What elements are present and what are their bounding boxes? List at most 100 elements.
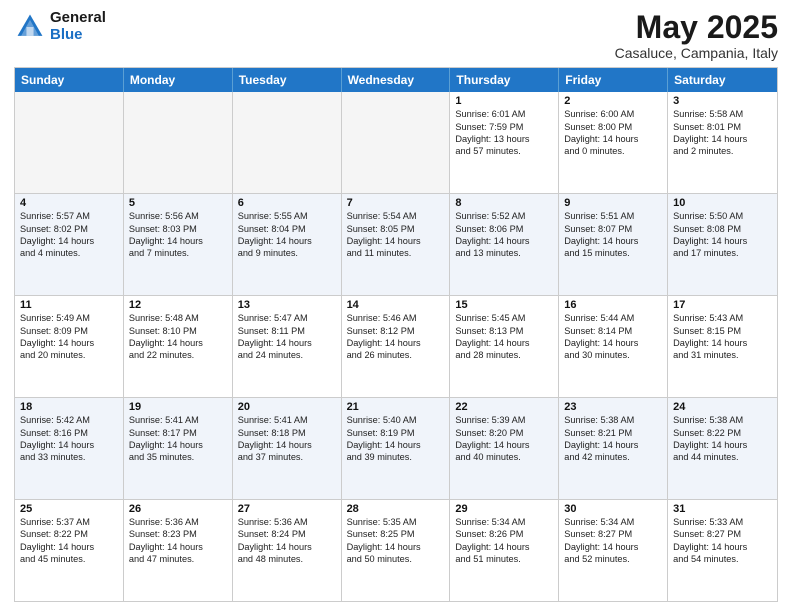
cell-line: Sunset: 8:15 PM bbox=[673, 325, 772, 337]
cell-line: Daylight: 14 hours bbox=[347, 235, 445, 247]
cell-line: Sunset: 8:23 PM bbox=[129, 528, 227, 540]
cell-line: Daylight: 14 hours bbox=[564, 337, 662, 349]
calendar-cell: 12Sunrise: 5:48 AMSunset: 8:10 PMDayligh… bbox=[124, 296, 233, 397]
cell-line: Daylight: 14 hours bbox=[20, 541, 118, 553]
day-number: 22 bbox=[455, 401, 553, 413]
day-number: 26 bbox=[129, 503, 227, 515]
cell-line: Sunrise: 5:33 AM bbox=[673, 516, 772, 528]
calendar-cell bbox=[124, 92, 233, 193]
calendar-cell: 17Sunrise: 5:43 AMSunset: 8:15 PMDayligh… bbox=[668, 296, 777, 397]
day-number: 2 bbox=[564, 95, 662, 107]
calendar-header: SundayMondayTuesdayWednesdayThursdayFrid… bbox=[15, 68, 777, 92]
day-number: 24 bbox=[673, 401, 772, 413]
cell-line: and 33 minutes. bbox=[20, 451, 118, 463]
cell-line: Sunset: 8:02 PM bbox=[20, 223, 118, 235]
cell-line: Daylight: 14 hours bbox=[673, 133, 772, 145]
calendar-cell: 25Sunrise: 5:37 AMSunset: 8:22 PMDayligh… bbox=[15, 500, 124, 601]
cell-line: and 0 minutes. bbox=[564, 145, 662, 157]
calendar-row: 4Sunrise: 5:57 AMSunset: 8:02 PMDaylight… bbox=[15, 193, 777, 295]
cell-line: Sunrise: 5:44 AM bbox=[564, 312, 662, 324]
cell-line: and 35 minutes. bbox=[129, 451, 227, 463]
cell-line: Sunrise: 5:34 AM bbox=[455, 516, 553, 528]
calendar-cell: 9Sunrise: 5:51 AMSunset: 8:07 PMDaylight… bbox=[559, 194, 668, 295]
cell-line: Sunset: 8:11 PM bbox=[238, 325, 336, 337]
day-number: 29 bbox=[455, 503, 553, 515]
logo-text: General Blue bbox=[50, 10, 106, 43]
calendar-cell: 19Sunrise: 5:41 AMSunset: 8:17 PMDayligh… bbox=[124, 398, 233, 499]
cell-line: Daylight: 14 hours bbox=[238, 235, 336, 247]
weekday-header: Sunday bbox=[15, 68, 124, 92]
calendar-cell: 8Sunrise: 5:52 AMSunset: 8:06 PMDaylight… bbox=[450, 194, 559, 295]
cell-line: Sunrise: 6:00 AM bbox=[564, 108, 662, 120]
cell-line: and 54 minutes. bbox=[673, 553, 772, 565]
cell-line: Daylight: 14 hours bbox=[129, 337, 227, 349]
cell-line: Sunset: 8:16 PM bbox=[20, 427, 118, 439]
cell-line: and 52 minutes. bbox=[564, 553, 662, 565]
cell-line: Daylight: 14 hours bbox=[20, 235, 118, 247]
cell-line: Sunrise: 5:51 AM bbox=[564, 210, 662, 222]
cell-line: and 13 minutes. bbox=[455, 247, 553, 259]
weekday-header: Thursday bbox=[450, 68, 559, 92]
calendar-cell: 20Sunrise: 5:41 AMSunset: 8:18 PMDayligh… bbox=[233, 398, 342, 499]
cell-line: Sunrise: 5:54 AM bbox=[347, 210, 445, 222]
cell-line: and 26 minutes. bbox=[347, 349, 445, 361]
day-number: 20 bbox=[238, 401, 336, 413]
calendar-cell: 29Sunrise: 5:34 AMSunset: 8:26 PMDayligh… bbox=[450, 500, 559, 601]
cell-line: Sunrise: 5:40 AM bbox=[347, 414, 445, 426]
cell-line: Daylight: 13 hours bbox=[455, 133, 553, 145]
cell-line: Sunset: 8:27 PM bbox=[564, 528, 662, 540]
cell-line: Sunset: 8:25 PM bbox=[347, 528, 445, 540]
day-number: 31 bbox=[673, 503, 772, 515]
day-number: 8 bbox=[455, 197, 553, 209]
cell-line: Sunrise: 5:43 AM bbox=[673, 312, 772, 324]
cell-line: and 51 minutes. bbox=[455, 553, 553, 565]
cell-line: Sunset: 8:09 PM bbox=[20, 325, 118, 337]
day-number: 3 bbox=[673, 95, 772, 107]
cell-line: and 44 minutes. bbox=[673, 451, 772, 463]
day-number: 15 bbox=[455, 299, 553, 311]
day-number: 23 bbox=[564, 401, 662, 413]
cell-line: and 50 minutes. bbox=[347, 553, 445, 565]
cell-line: Daylight: 14 hours bbox=[455, 541, 553, 553]
day-number: 7 bbox=[347, 197, 445, 209]
cell-line: Sunrise: 5:49 AM bbox=[20, 312, 118, 324]
title-block: May 2025 Casaluce, Campania, Italy bbox=[615, 10, 778, 61]
cell-line: Daylight: 14 hours bbox=[564, 133, 662, 145]
day-number: 1 bbox=[455, 95, 553, 107]
calendar-cell: 14Sunrise: 5:46 AMSunset: 8:12 PMDayligh… bbox=[342, 296, 451, 397]
day-number: 21 bbox=[347, 401, 445, 413]
calendar: SundayMondayTuesdayWednesdayThursdayFrid… bbox=[14, 67, 778, 602]
cell-line: Sunrise: 5:58 AM bbox=[673, 108, 772, 120]
cell-line: and 22 minutes. bbox=[129, 349, 227, 361]
day-number: 14 bbox=[347, 299, 445, 311]
calendar-cell: 1Sunrise: 6:01 AMSunset: 7:59 PMDaylight… bbox=[450, 92, 559, 193]
day-number: 27 bbox=[238, 503, 336, 515]
cell-line: and 15 minutes. bbox=[564, 247, 662, 259]
cell-line: and 40 minutes. bbox=[455, 451, 553, 463]
day-number: 12 bbox=[129, 299, 227, 311]
day-number: 30 bbox=[564, 503, 662, 515]
cell-line: Sunrise: 5:56 AM bbox=[129, 210, 227, 222]
logo-general-text: General bbox=[50, 10, 106, 27]
cell-line: Sunset: 8:04 PM bbox=[238, 223, 336, 235]
cell-line: Sunset: 8:05 PM bbox=[347, 223, 445, 235]
calendar-cell: 28Sunrise: 5:35 AMSunset: 8:25 PMDayligh… bbox=[342, 500, 451, 601]
cell-line: Sunrise: 6:01 AM bbox=[455, 108, 553, 120]
cell-line: Daylight: 14 hours bbox=[347, 541, 445, 553]
calendar-cell: 2Sunrise: 6:00 AMSunset: 8:00 PMDaylight… bbox=[559, 92, 668, 193]
cell-line: Sunset: 8:26 PM bbox=[455, 528, 553, 540]
cell-line: Sunrise: 5:41 AM bbox=[238, 414, 336, 426]
cell-line: Sunset: 8:08 PM bbox=[673, 223, 772, 235]
cell-line: Sunset: 8:17 PM bbox=[129, 427, 227, 439]
month-title: May 2025 bbox=[615, 10, 778, 45]
logo: General Blue bbox=[14, 10, 106, 43]
calendar-body: 1Sunrise: 6:01 AMSunset: 7:59 PMDaylight… bbox=[15, 92, 777, 601]
page: General Blue May 2025 Casaluce, Campania… bbox=[0, 0, 792, 612]
day-number: 16 bbox=[564, 299, 662, 311]
cell-line: Daylight: 14 hours bbox=[129, 541, 227, 553]
cell-line: Sunrise: 5:50 AM bbox=[673, 210, 772, 222]
calendar-cell: 15Sunrise: 5:45 AMSunset: 8:13 PMDayligh… bbox=[450, 296, 559, 397]
cell-line: Sunset: 8:00 PM bbox=[564, 121, 662, 133]
cell-line: and 42 minutes. bbox=[564, 451, 662, 463]
logo-icon bbox=[14, 11, 46, 43]
